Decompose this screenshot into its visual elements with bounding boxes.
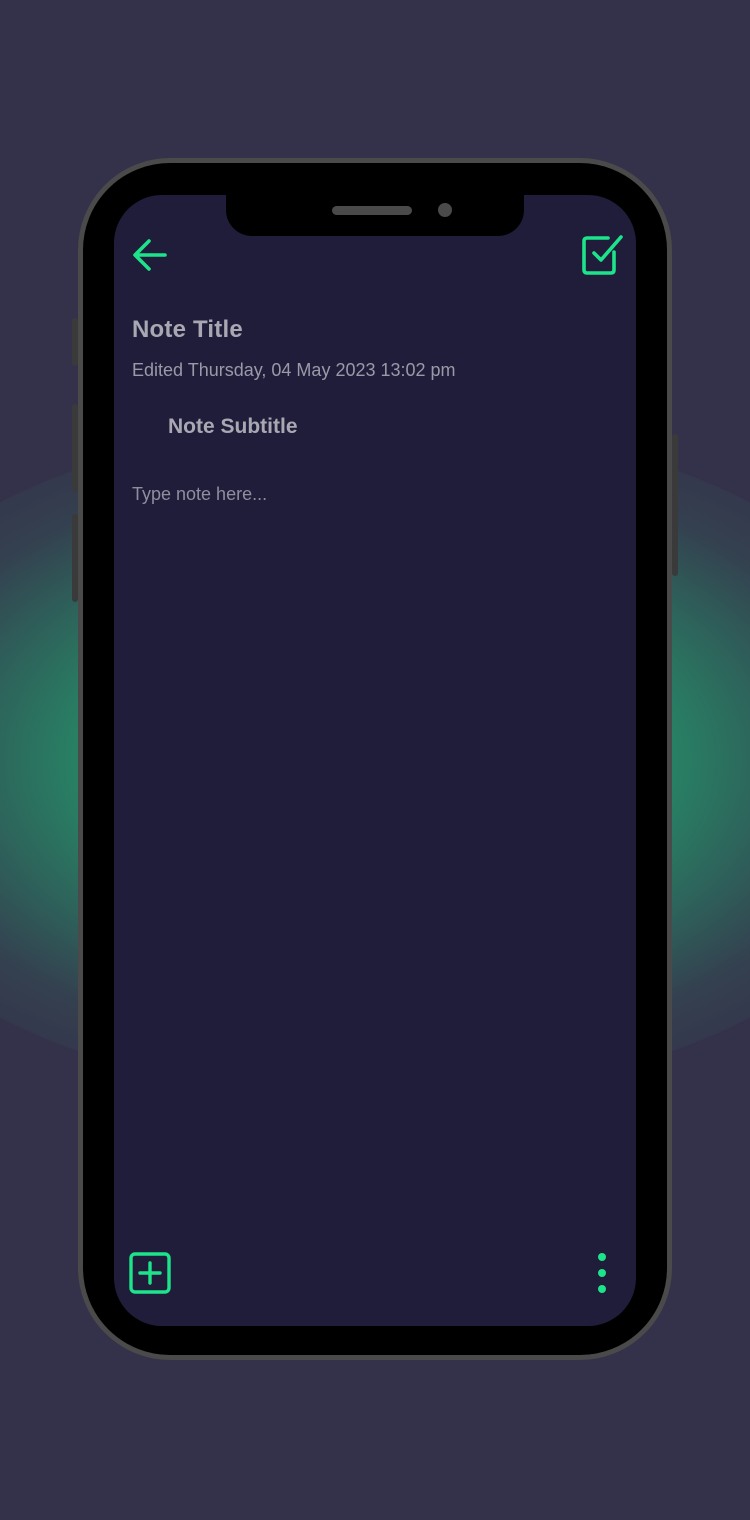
edited-timestamp: Edited Thursday, 04 May 2023 13:02 pm <box>132 360 456 380</box>
arrow-left-icon <box>133 239 167 271</box>
note-body-input[interactable]: Type note here... <box>132 484 267 505</box>
add-attachment-button[interactable] <box>126 1249 174 1297</box>
phone-speaker <box>332 206 412 215</box>
note-title-input[interactable]: Note Title <box>132 316 243 344</box>
note-editor-screen: Note Title Edited Thursday, 04 May 2023 … <box>114 195 636 1326</box>
plus-square-icon <box>129 1252 171 1294</box>
save-note-button[interactable] <box>578 231 626 279</box>
checkbox-checked-icon <box>582 235 623 275</box>
subtitle-indicator <box>132 411 137 443</box>
more-vertical-icon <box>598 1253 606 1293</box>
note-subtitle-input[interactable]: Note Subtitle <box>168 415 298 439</box>
back-button[interactable] <box>128 233 172 277</box>
phone-camera <box>438 203 452 217</box>
phone-power-button <box>672 434 678 576</box>
page-background: Note Title Edited Thursday, 04 May 2023 … <box>0 0 750 1520</box>
more-options-button[interactable] <box>584 1249 620 1297</box>
subtitle-row: Note Subtitle <box>132 410 298 444</box>
